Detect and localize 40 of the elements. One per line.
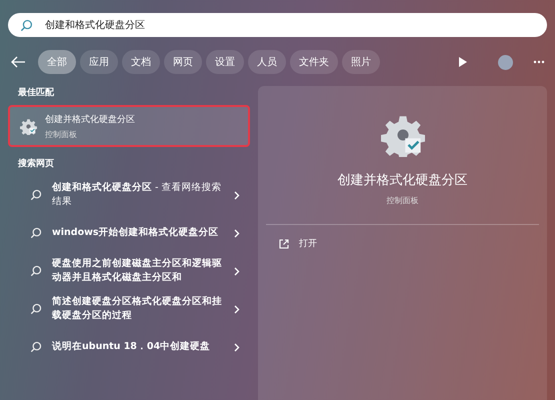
result-subtitle: 控制面板 <box>45 128 78 140</box>
filter-tab[interactable]: 应用 <box>80 50 118 74</box>
open-action[interactable]: 打开 <box>273 233 323 254</box>
search-icon <box>20 18 33 32</box>
section-heading: 最佳匹配 <box>18 86 55 99</box>
preview-title: 创建并格式化硬盘分区 <box>338 172 468 189</box>
filter-tab[interactable]: 人员 <box>248 50 286 74</box>
external-link-icon <box>279 238 289 248</box>
chevron-icon[interactable] <box>234 342 240 352</box>
chevron-icon[interactable] <box>234 266 240 276</box>
filter-tab[interactable]: 设置 <box>206 50 244 74</box>
search-field[interactable]: 创建和格式化硬盘分区 <box>8 13 547 37</box>
preview-subtitle: 控制面板 <box>386 195 418 206</box>
filter-tab[interactable]: 网页 <box>164 50 202 74</box>
filter-tab[interactable]: 全部 <box>38 50 76 74</box>
search-icon <box>30 303 42 315</box>
filter-tab[interactable]: 文档 <box>122 50 160 74</box>
filter-tab[interactable]: 照片 <box>342 50 380 74</box>
avatar[interactable] <box>498 54 513 70</box>
play-icon[interactable] <box>458 56 468 68</box>
search-icon <box>30 341 42 353</box>
search-input[interactable]: 创建和格式化硬盘分区 <box>45 20 535 30</box>
result-title: 创建并格式化硬盘分区 <box>45 114 135 126</box>
back-arrow-icon[interactable] <box>10 56 26 68</box>
chevron-icon[interactable] <box>234 228 240 238</box>
web-result-link[interactable]: 简述创建硬盘分区格式化硬盘分区和挂载硬盘分区的过程 <box>52 295 224 323</box>
web-result-link[interactable]: 说明在ubuntu 18．04中创建硬盘 <box>52 340 224 354</box>
search-icon <box>30 265 42 277</box>
gear-with-check-icon <box>20 118 37 134</box>
more-icon[interactable] <box>533 60 545 64</box>
web-result-link[interactable]: 硬盘使用之前创建磁盘主分区和逻辑驱动器并且格式化磁盘主分区和 <box>52 257 224 285</box>
chevron-icon[interactable] <box>234 304 240 314</box>
chevron-icon[interactable] <box>234 190 240 200</box>
filter-tab[interactable]: 文件夹 <box>290 50 338 74</box>
web-result-link[interactable]: 创建和格式化硬盘分区 - 查看网络搜索结果 <box>52 181 224 209</box>
search-icon <box>30 227 42 239</box>
section-heading: 搜索网页 <box>18 157 55 170</box>
search-icon <box>30 189 42 201</box>
web-result-link[interactable]: windows开始创建和格式化硬盘分区 <box>52 226 224 240</box>
best-match-item[interactable]: 创建并格式化硬盘分区 控制面板 <box>8 105 250 147</box>
